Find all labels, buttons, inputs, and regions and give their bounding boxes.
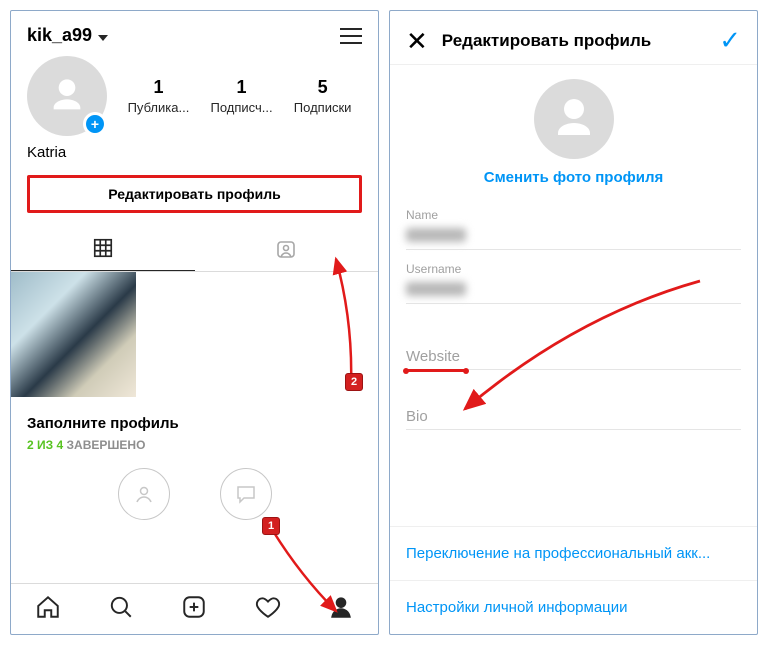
stat-followers[interactable]: 1 Подписч... bbox=[210, 77, 272, 115]
annotation-underline bbox=[406, 369, 466, 372]
stat-posts[interactable]: 1 Публика... bbox=[128, 77, 190, 115]
edit-title: Редактировать профиль bbox=[442, 31, 705, 51]
username-dropdown[interactable]: kik_a99 bbox=[27, 25, 108, 46]
complete-profile-progress: 2 ИЗ 4 ЗАВЕРШЕНО bbox=[11, 438, 378, 462]
name-label: Name bbox=[406, 208, 741, 222]
username-field[interactable]: Username bbox=[390, 252, 757, 306]
menu-icon[interactable] bbox=[340, 28, 362, 44]
complete-cards bbox=[11, 462, 378, 520]
avatar-section: Сменить фото профиля bbox=[390, 65, 757, 198]
profile-icon[interactable] bbox=[328, 594, 354, 620]
avatar-container[interactable]: + bbox=[27, 56, 107, 136]
edit-header: ✕ Редактировать профиль ✓ bbox=[390, 11, 757, 65]
profile-screen: kik_a99 + 1 Публика... 1 Подписч... 5 По… bbox=[10, 10, 379, 635]
complete-profile-title: Заполните профиль bbox=[11, 397, 378, 438]
close-icon[interactable]: ✕ bbox=[406, 28, 428, 54]
add-story-icon[interactable]: + bbox=[83, 112, 107, 136]
profile-header: kik_a99 bbox=[11, 11, 378, 56]
grid-icon bbox=[92, 237, 114, 259]
name-field[interactable]: Name bbox=[390, 198, 757, 252]
confirm-icon[interactable]: ✓ bbox=[719, 25, 741, 56]
post-thumbnail[interactable] bbox=[11, 272, 136, 397]
stat-following[interactable]: 5 Подписки bbox=[294, 77, 352, 115]
stats-row: 1 Публика... 1 Подписч... 5 Подписки bbox=[117, 77, 362, 115]
search-icon[interactable] bbox=[108, 594, 134, 620]
home-icon[interactable] bbox=[35, 594, 61, 620]
avatar-placeholder-large[interactable] bbox=[534, 79, 614, 159]
change-photo-link[interactable]: Сменить фото профиля bbox=[484, 169, 664, 190]
username-label: Username bbox=[406, 262, 741, 276]
bottom-nav bbox=[11, 583, 378, 634]
username-value-blurred bbox=[406, 282, 466, 296]
card-avatar-icon[interactable] bbox=[118, 468, 170, 520]
card-bio-icon[interactable] bbox=[220, 468, 272, 520]
tab-tagged[interactable] bbox=[195, 227, 379, 271]
profile-tabs bbox=[11, 227, 378, 272]
personal-info-link[interactable]: Настройки личной информации bbox=[390, 580, 757, 634]
chevron-down-icon bbox=[98, 25, 108, 46]
new-post-icon[interactable] bbox=[181, 594, 207, 620]
website-placeholder: Website bbox=[406, 348, 741, 370]
name-value-blurred bbox=[406, 228, 466, 242]
bio-field[interactable]: Bio bbox=[390, 374, 757, 432]
profile-summary: + 1 Публика... 1 Подписч... 5 Подписки bbox=[11, 56, 378, 136]
switch-professional-link[interactable]: Переключение на профессиональный акк... bbox=[390, 526, 757, 580]
username-text: kik_a99 bbox=[27, 25, 92, 46]
edit-profile-button[interactable]: Редактировать профиль bbox=[27, 175, 362, 213]
annotation-badge-2: 2 bbox=[345, 373, 363, 391]
bio-placeholder: Bio bbox=[406, 408, 741, 430]
edit-profile-screen: ✕ Редактировать профиль ✓ Сменить фото п… bbox=[389, 10, 758, 635]
display-name: Katria bbox=[11, 136, 378, 175]
tagged-icon bbox=[274, 237, 298, 261]
activity-icon[interactable] bbox=[255, 594, 281, 620]
website-field[interactable]: Website bbox=[390, 306, 757, 374]
tab-grid[interactable] bbox=[11, 227, 195, 271]
